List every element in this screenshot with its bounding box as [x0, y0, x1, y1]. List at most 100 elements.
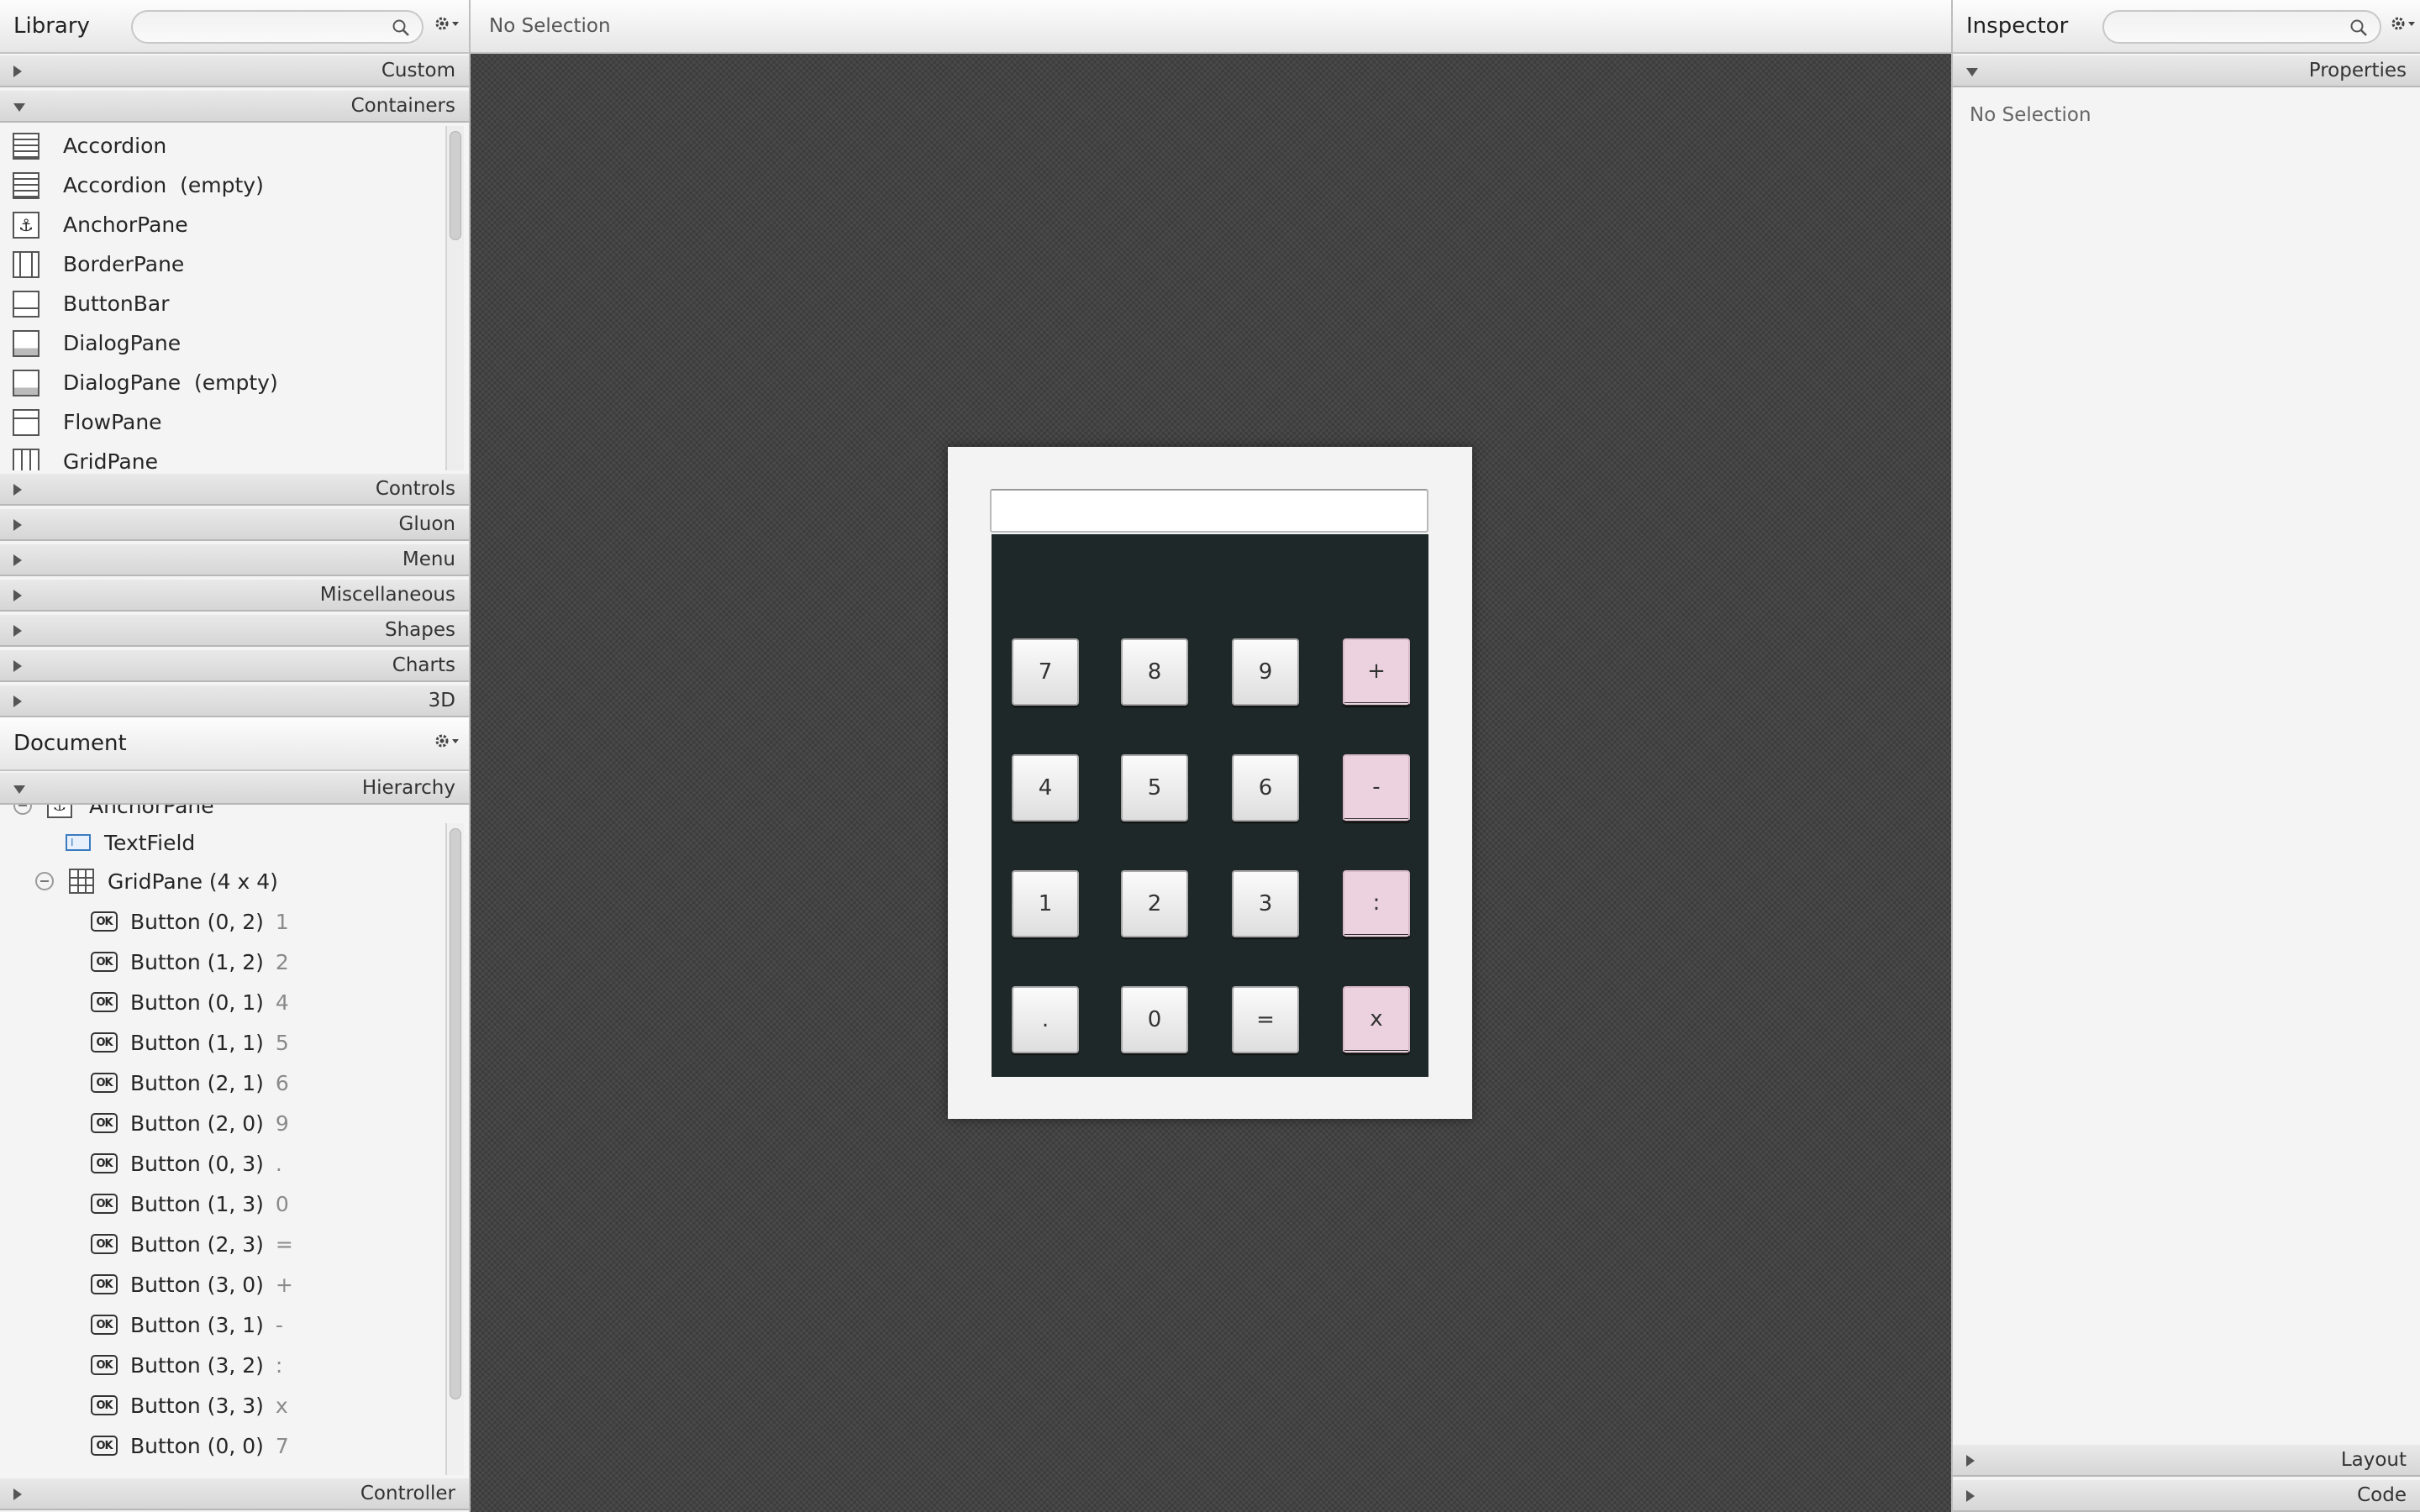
- tree-node-gridpane[interactable]: GridPane (4 x 4): [35, 862, 278, 900]
- tree-node-anchorpane[interactable]: ⚓ AnchorPane: [13, 805, 214, 825]
- expand-arrow-icon: [13, 554, 22, 566]
- tree-node-text-value: 1: [275, 909, 289, 934]
- section-menu[interactable]: Menu: [0, 543, 469, 576]
- button-icon: OK: [91, 1395, 118, 1415]
- section-containers[interactable]: Containers: [0, 89, 469, 123]
- library-item-label: DialogPane: [63, 331, 182, 355]
- calculator-key[interactable]: 6: [1232, 754, 1299, 822]
- gear-icon: [435, 17, 449, 30]
- library-title: Library: [13, 13, 90, 39]
- section-label: Code: [2357, 1484, 2407, 1506]
- operator-key[interactable]: :: [1343, 870, 1410, 937]
- tree-node-button[interactable]: OK Button (2, 3) =: [91, 1225, 293, 1263]
- tree-node-label: Button (2, 1): [130, 1070, 264, 1095]
- tree-node-button[interactable]: OK Button (3, 1) -: [91, 1305, 283, 1344]
- library-item-anchorpane[interactable]: ⚓ AnchorPane: [0, 205, 444, 244]
- anchor-icon: ⚓: [13, 211, 39, 239]
- calculator-anchorpane[interactable]: 7 8 9 +4 5 6- 1 2 3:. 0 = x: [948, 447, 1472, 1119]
- tree-node-button[interactable]: OK Button (0, 2) 1: [91, 902, 289, 941]
- section-code[interactable]: Code: [1953, 1478, 2420, 1512]
- tree-node-text-value: 2: [275, 949, 289, 974]
- calculator-key[interactable]: 5: [1121, 754, 1188, 822]
- collapse-toggle-icon[interactable]: [13, 805, 32, 815]
- scene-builder-window: Library Custom Containers Accordion Acco…: [0, 0, 2420, 1512]
- section-custom[interactable]: Custom: [0, 54, 469, 87]
- section-3d[interactable]: 3D: [0, 684, 469, 717]
- library-item-accordion[interactable]: Accordion: [0, 126, 444, 165]
- tree-node-button[interactable]: OK Button (0, 3).: [91, 1144, 282, 1183]
- library-gear-menu[interactable]: [434, 15, 459, 32]
- calculator-display-field[interactable]: [990, 489, 1428, 533]
- calculator-key[interactable]: 7: [1012, 638, 1079, 706]
- document-header: Document: [0, 717, 469, 771]
- section-charts[interactable]: Charts: [0, 648, 469, 682]
- section-miscellaneous[interactable]: Miscellaneous: [0, 578, 469, 612]
- tree-node-button[interactable]: OK Button (1, 1) 5: [91, 1023, 289, 1062]
- section-hierarchy[interactable]: Hierarchy: [0, 771, 469, 805]
- section-properties[interactable]: Properties: [1953, 54, 2420, 87]
- library-item-flowpane[interactable]: FlowPane: [0, 402, 444, 442]
- inspector-search-input[interactable]: [2102, 10, 2381, 44]
- canvas-status-bar: No Selection: [471, 0, 1951, 54]
- library-panel: Library Custom Containers Accordion Acco…: [0, 0, 471, 717]
- library-item-borderpane[interactable]: BorderPane: [0, 244, 444, 284]
- chevron-down-icon: [2408, 21, 2415, 26]
- calculator-key[interactable]: 1: [1012, 870, 1079, 937]
- operator-key[interactable]: +: [1343, 638, 1410, 706]
- tree-node-button[interactable]: OK Button (3, 3) x: [91, 1386, 288, 1425]
- scrollbar-thumb[interactable]: [450, 828, 461, 1399]
- library-item-buttonbar[interactable]: ButtonBar: [0, 284, 444, 323]
- tree-node-button[interactable]: OK Button (1, 3) 0: [91, 1184, 289, 1223]
- library-item-label: ButtonBar: [63, 291, 170, 316]
- selection-status: No Selection: [489, 15, 611, 37]
- calculator-key[interactable]: =: [1232, 986, 1299, 1053]
- library-scrollbar[interactable]: [445, 126, 464, 470]
- tree-node-label: GridPane (4 x 4): [108, 869, 278, 894]
- gear-icon: [2391, 17, 2405, 30]
- tree-node-text-value: .: [275, 1151, 282, 1176]
- document-gear-menu[interactable]: [434, 732, 459, 749]
- calculator-key[interactable]: 8: [1121, 638, 1188, 706]
- section-controller[interactable]: Controller: [0, 1477, 469, 1510]
- library-search-input[interactable]: [131, 10, 424, 44]
- expand-arrow-icon: [13, 66, 22, 77]
- tree-node-text-value: :: [275, 1352, 283, 1378]
- calculator-key[interactable]: .: [1012, 986, 1079, 1053]
- anchor-icon: ⚓: [47, 805, 72, 818]
- tree-node-button[interactable]: OK Button (0, 1) 4: [91, 983, 289, 1021]
- collapse-toggle-icon[interactable]: [35, 872, 54, 890]
- tree-node-button[interactable]: OK Button (2, 1) 6: [91, 1063, 289, 1102]
- tree-node-button[interactable]: OK Button (3, 2):: [91, 1346, 282, 1384]
- tree-node-textfield[interactable]: I TextField: [66, 823, 195, 862]
- calculator-key[interactable]: 3: [1232, 870, 1299, 937]
- calculator-key[interactable]: 4: [1012, 754, 1079, 822]
- tree-node-button[interactable]: OK Button (1, 2) 2: [91, 942, 289, 981]
- section-controls[interactable]: Controls: [0, 472, 469, 506]
- tree-node-button[interactable]: OK Button (0, 0) 7: [91, 1426, 289, 1465]
- library-item-dialogpane-empty[interactable]: DialogPane (empty): [0, 363, 444, 402]
- library-item-gridpane[interactable]: GridPane: [0, 442, 444, 470]
- library-item-dialogpane[interactable]: DialogPane: [0, 323, 444, 363]
- tree-node-button[interactable]: OK Button (3, 0) +: [91, 1265, 293, 1304]
- inspector-empty-message: No Selection: [1970, 104, 2091, 126]
- content-canvas[interactable]: No Selection 7 8 9 +4 5 6- 1 2 3:. 0 = x: [471, 0, 1951, 1512]
- inspector-panel: Inspector Properties No Selection Layout…: [1951, 0, 2420, 1512]
- containers-list: Accordion Accordion (empty) ⚓ AnchorPane…: [0, 126, 444, 470]
- hierarchy-scrollbar[interactable]: [445, 823, 464, 1475]
- document-title: Document: [13, 731, 127, 756]
- calculator-key[interactable]: 2: [1121, 870, 1188, 937]
- calculator-key[interactable]: 9: [1232, 638, 1299, 706]
- scrollbar-thumb[interactable]: [450, 131, 461, 240]
- tree-node-text-value: 9: [275, 1110, 289, 1136]
- calculator-key[interactable]: 0: [1121, 986, 1188, 1053]
- calculator-gridpane[interactable]: 7 8 9 +4 5 6- 1 2 3:. 0 = x: [992, 534, 1428, 1077]
- tree-node-button[interactable]: OK Button (2, 0) 9: [91, 1104, 289, 1142]
- operator-key[interactable]: -: [1343, 754, 1410, 822]
- operator-key[interactable]: x: [1343, 986, 1410, 1053]
- library-item-accordion-empty[interactable]: Accordion (empty): [0, 165, 444, 205]
- section-label: Charts: [392, 654, 455, 676]
- inspector-gear-menu[interactable]: [2390, 15, 2415, 32]
- section-layout[interactable]: Layout: [1953, 1443, 2420, 1477]
- section-gluon[interactable]: Gluon: [0, 507, 469, 541]
- section-shapes[interactable]: Shapes: [0, 613, 469, 647]
